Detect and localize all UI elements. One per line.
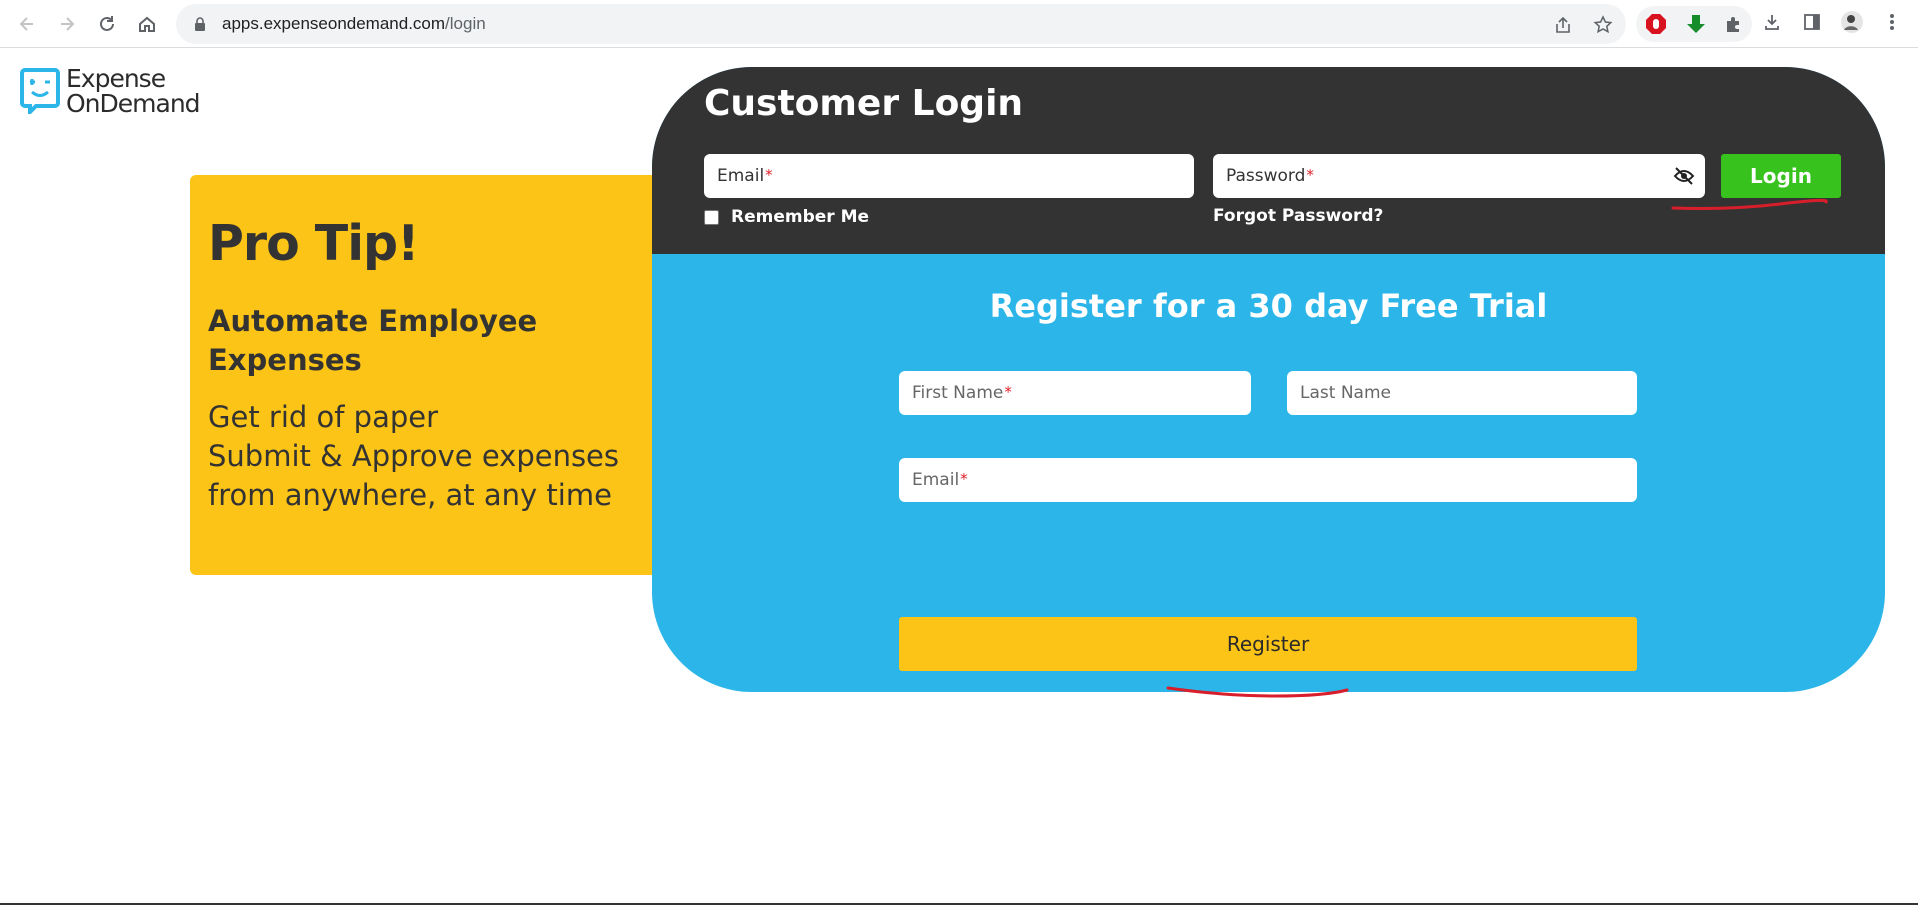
- downloads-icon[interactable]: [1760, 10, 1784, 34]
- required-mark: *: [960, 470, 968, 488]
- address-bar[interactable]: apps.expenseondemand.com/login: [176, 4, 1626, 44]
- last-name-placeholder: Last Name: [1300, 383, 1391, 403]
- login-button[interactable]: Login: [1721, 154, 1841, 198]
- remember-me-label[interactable]: Remember Me: [731, 207, 869, 227]
- expense-ondemand-logo[interactable]: Expense OnDemand: [20, 64, 201, 118]
- back-icon[interactable]: [11, 8, 43, 40]
- login-title: Customer Login: [704, 83, 1024, 124]
- logo-text: Expense OnDemand: [66, 64, 201, 118]
- pro-tip-title: Pro Tip!: [208, 215, 419, 272]
- required-mark: *: [1306, 166, 1314, 184]
- reload-icon[interactable]: [91, 8, 123, 40]
- first-name-placeholder: First Name*: [912, 383, 1012, 403]
- download-arrow-icon[interactable]: [1684, 12, 1708, 36]
- required-mark: *: [765, 166, 773, 184]
- register-button[interactable]: Register: [899, 617, 1637, 671]
- login-email-placeholder: Email*: [717, 166, 773, 186]
- extensions-group: [1636, 6, 1752, 42]
- bookmark-star-icon[interactable]: [1592, 14, 1614, 36]
- register-email-field[interactable]: Email*: [899, 458, 1637, 502]
- login-password-field[interactable]: Password*: [1213, 154, 1705, 198]
- pro-tip-line: Get rid of paper: [208, 400, 439, 434]
- required-mark: *: [1004, 383, 1012, 401]
- pro-tip-line: Submit & Approve expenses: [208, 439, 620, 473]
- remember-me-checkbox[interactable]: [704, 209, 719, 225]
- pro-tip-line: from anywhere, at any time: [208, 478, 612, 512]
- pro-tip-body: Get rid of paper Submit & Approve expens…: [208, 398, 644, 515]
- forward-icon[interactable]: [51, 8, 83, 40]
- home-icon[interactable]: [131, 8, 163, 40]
- lock-icon[interactable]: [192, 16, 208, 32]
- pro-tip-card: Pro Tip! Automate Employee Expenses Get …: [190, 175, 662, 575]
- forgot-password-link[interactable]: Forgot Password?: [1213, 206, 1383, 226]
- profile-avatar[interactable]: [1840, 10, 1864, 34]
- register-email-placeholder: Email*: [912, 470, 968, 490]
- eye-slash-icon[interactable]: [1673, 166, 1695, 186]
- logo-mark-icon: [20, 68, 60, 114]
- last-name-field[interactable]: Last Name: [1287, 371, 1637, 415]
- login-password-placeholder: Password*: [1226, 166, 1314, 186]
- register-title: Register for a 30 day Free Trial: [989, 287, 1548, 325]
- login-email-field[interactable]: Email*: [704, 154, 1194, 198]
- menu-icon[interactable]: [1880, 10, 1904, 34]
- login-register-panel: Customer Login Email* Password* Login Re…: [652, 67, 1885, 692]
- share-icon[interactable]: [1552, 14, 1574, 36]
- adblock-icon[interactable]: [1644, 12, 1668, 36]
- first-name-field[interactable]: First Name*: [899, 371, 1251, 415]
- extensions-icon[interactable]: [1722, 12, 1746, 36]
- url-text: apps.expenseondemand.com/login: [222, 14, 486, 33]
- remember-me[interactable]: Remember Me: [704, 207, 869, 227]
- browser-toolbar: apps.expenseondemand.com/login: [0, 0, 1918, 48]
- pro-tip-subtitle: Automate Employee Expenses: [208, 304, 538, 377]
- side-panel-icon[interactable]: [1800, 10, 1824, 34]
- customer-login-section: Customer Login Email* Password* Login Re…: [652, 67, 1885, 254]
